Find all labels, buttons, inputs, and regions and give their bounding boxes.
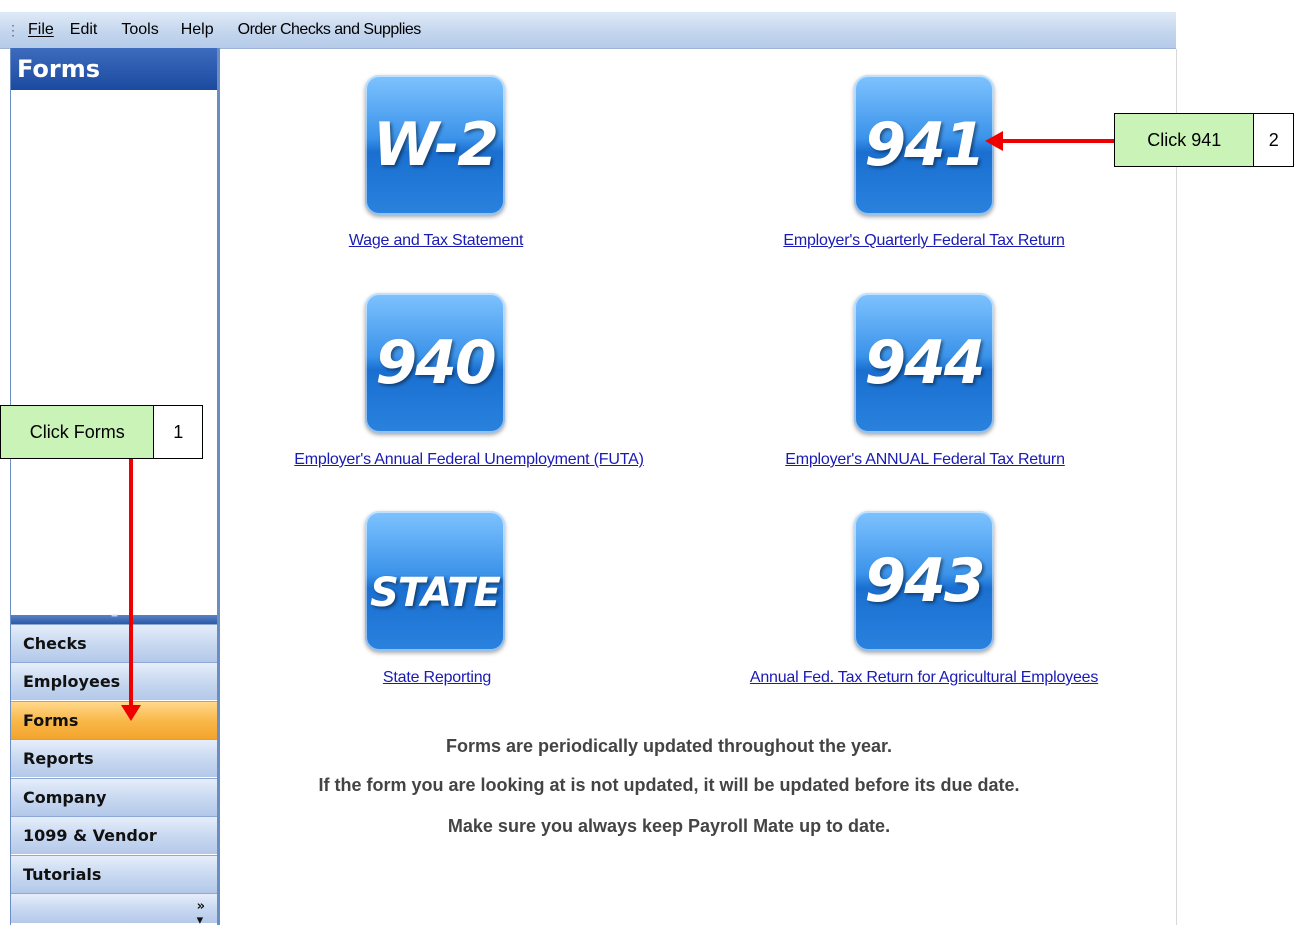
state-link[interactable]: State Reporting	[383, 669, 491, 687]
944-tile-label: 944	[864, 328, 985, 398]
menu-tools[interactable]: Tools	[121, 21, 158, 39]
state-tile[interactable]: STATE	[365, 511, 505, 651]
nav-reports[interactable]: Reports	[11, 739, 217, 777]
callout-2-number: 2	[1268, 129, 1279, 150]
callout-click-forms: Click Forms 1	[0, 405, 203, 459]
nav-employees[interactable]: Employees	[11, 662, 217, 700]
menu-file[interactable]: File	[28, 21, 54, 39]
toolbar-grip-icon[interactable]: ⋮	[6, 22, 20, 39]
941-link[interactable]: Employer's Quarterly Federal Tax Return	[783, 232, 1064, 250]
nav-company[interactable]: Company	[11, 778, 217, 816]
state-tile-label: STATE	[370, 570, 501, 616]
note-line-3: Make sure you always keep Payroll Mate u…	[447, 816, 891, 836]
941-tile[interactable]: 941	[854, 75, 994, 215]
sidebar: Forms '''''''' Checks Employees Forms Re…	[10, 48, 220, 928]
941-tile-label: 941	[864, 110, 985, 180]
menu-help[interactable]: Help	[181, 21, 214, 39]
w2-tile[interactable]: W-2	[365, 75, 505, 215]
944-link[interactable]: Employer's ANNUAL Federal Tax Return	[785, 451, 1065, 469]
note-line-1: Forms are periodically updated throughou…	[445, 736, 893, 756]
nav-overflow[interactable]: » ▾	[11, 893, 217, 928]
arrow-2-line	[1000, 139, 1114, 143]
w2-link[interactable]: Wage and Tax Statement	[349, 232, 524, 250]
nav-tutorials[interactable]: Tutorials	[11, 855, 217, 893]
note-line-2: If the form you are looking at is not up…	[318, 775, 1020, 795]
940-tile[interactable]: 940	[365, 293, 505, 433]
943-tile[interactable]: 943	[854, 511, 994, 651]
menu-edit[interactable]: Edit	[70, 21, 98, 39]
menu-order-checks[interactable]: Order Checks and Supplies	[238, 21, 422, 39]
w2-tile-label: W-2	[372, 110, 499, 180]
nav-1099-vendor[interactable]: 1099 & Vendor	[11, 816, 217, 854]
nav-forms[interactable]: Forms	[11, 701, 217, 739]
arrow-1-line	[129, 459, 133, 711]
callout-1-number: 1	[173, 421, 184, 442]
forms-panel: W-2 Wage and Tax Statement 941 Employer'…	[219, 49, 1177, 925]
callout-click-941: Click 941 2	[1114, 113, 1294, 167]
callout-1-label: Click Forms	[1, 406, 155, 458]
940-link[interactable]: Employer's Annual Federal Unemployment (…	[294, 451, 644, 469]
sidebar-title: Forms	[11, 48, 217, 90]
943-tile-label: 943	[864, 546, 985, 616]
940-tile-label: 940	[375, 328, 496, 398]
943-link[interactable]: Annual Fed. Tax Return for Agricultural …	[750, 669, 1099, 687]
arrow-2-head-icon	[985, 131, 1003, 151]
sidebar-splitter[interactable]: ''''''''	[11, 614, 217, 624]
menu-bar: ⋮ File Edit Tools Help Order Checks and …	[0, 12, 1176, 49]
callout-2-label: Click 941	[1115, 114, 1255, 166]
double-chevron-icon[interactable]: » ▾	[197, 900, 205, 928]
944-tile[interactable]: 944	[854, 293, 994, 433]
arrow-1-head-icon	[121, 705, 141, 721]
nav-checks[interactable]: Checks	[11, 624, 217, 662]
